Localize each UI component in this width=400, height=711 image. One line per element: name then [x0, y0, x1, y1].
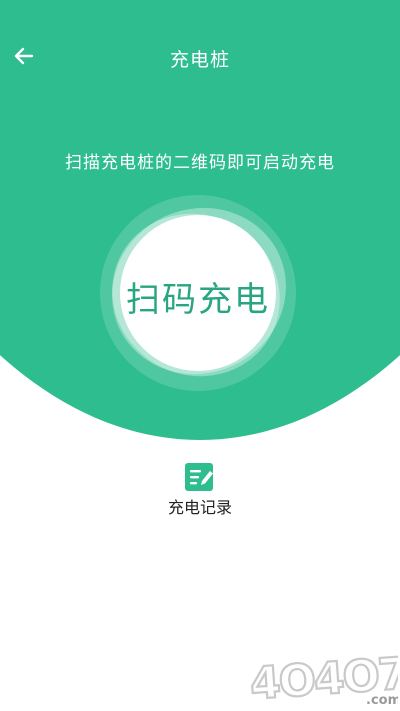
charge-record-button[interactable]: 充电记录 [150, 456, 250, 526]
site-watermark-logo: 4O4O7 .com [248, 650, 398, 706]
svg-text:.com: .com [366, 693, 398, 706]
scan-charge-button[interactable]: 扫码充电 [98, 193, 298, 393]
edit-note-icon [185, 463, 213, 491]
scan-charge-label: 扫码充电 [126, 280, 270, 320]
top-bar: 充电桩 [0, 0, 400, 112]
page-title: 充电桩 [169, 49, 230, 71]
scan-hint-text: 扫描充电桩的二维码即可启动充电 [65, 153, 335, 173]
charging-pile-screen: 充电桩 扫描充电桩的二维码即可启动充电 扫码充电 充电记录 4O4O7 .com [0, 0, 400, 711]
charge-record-label: 充电记录 [167, 498, 232, 517]
